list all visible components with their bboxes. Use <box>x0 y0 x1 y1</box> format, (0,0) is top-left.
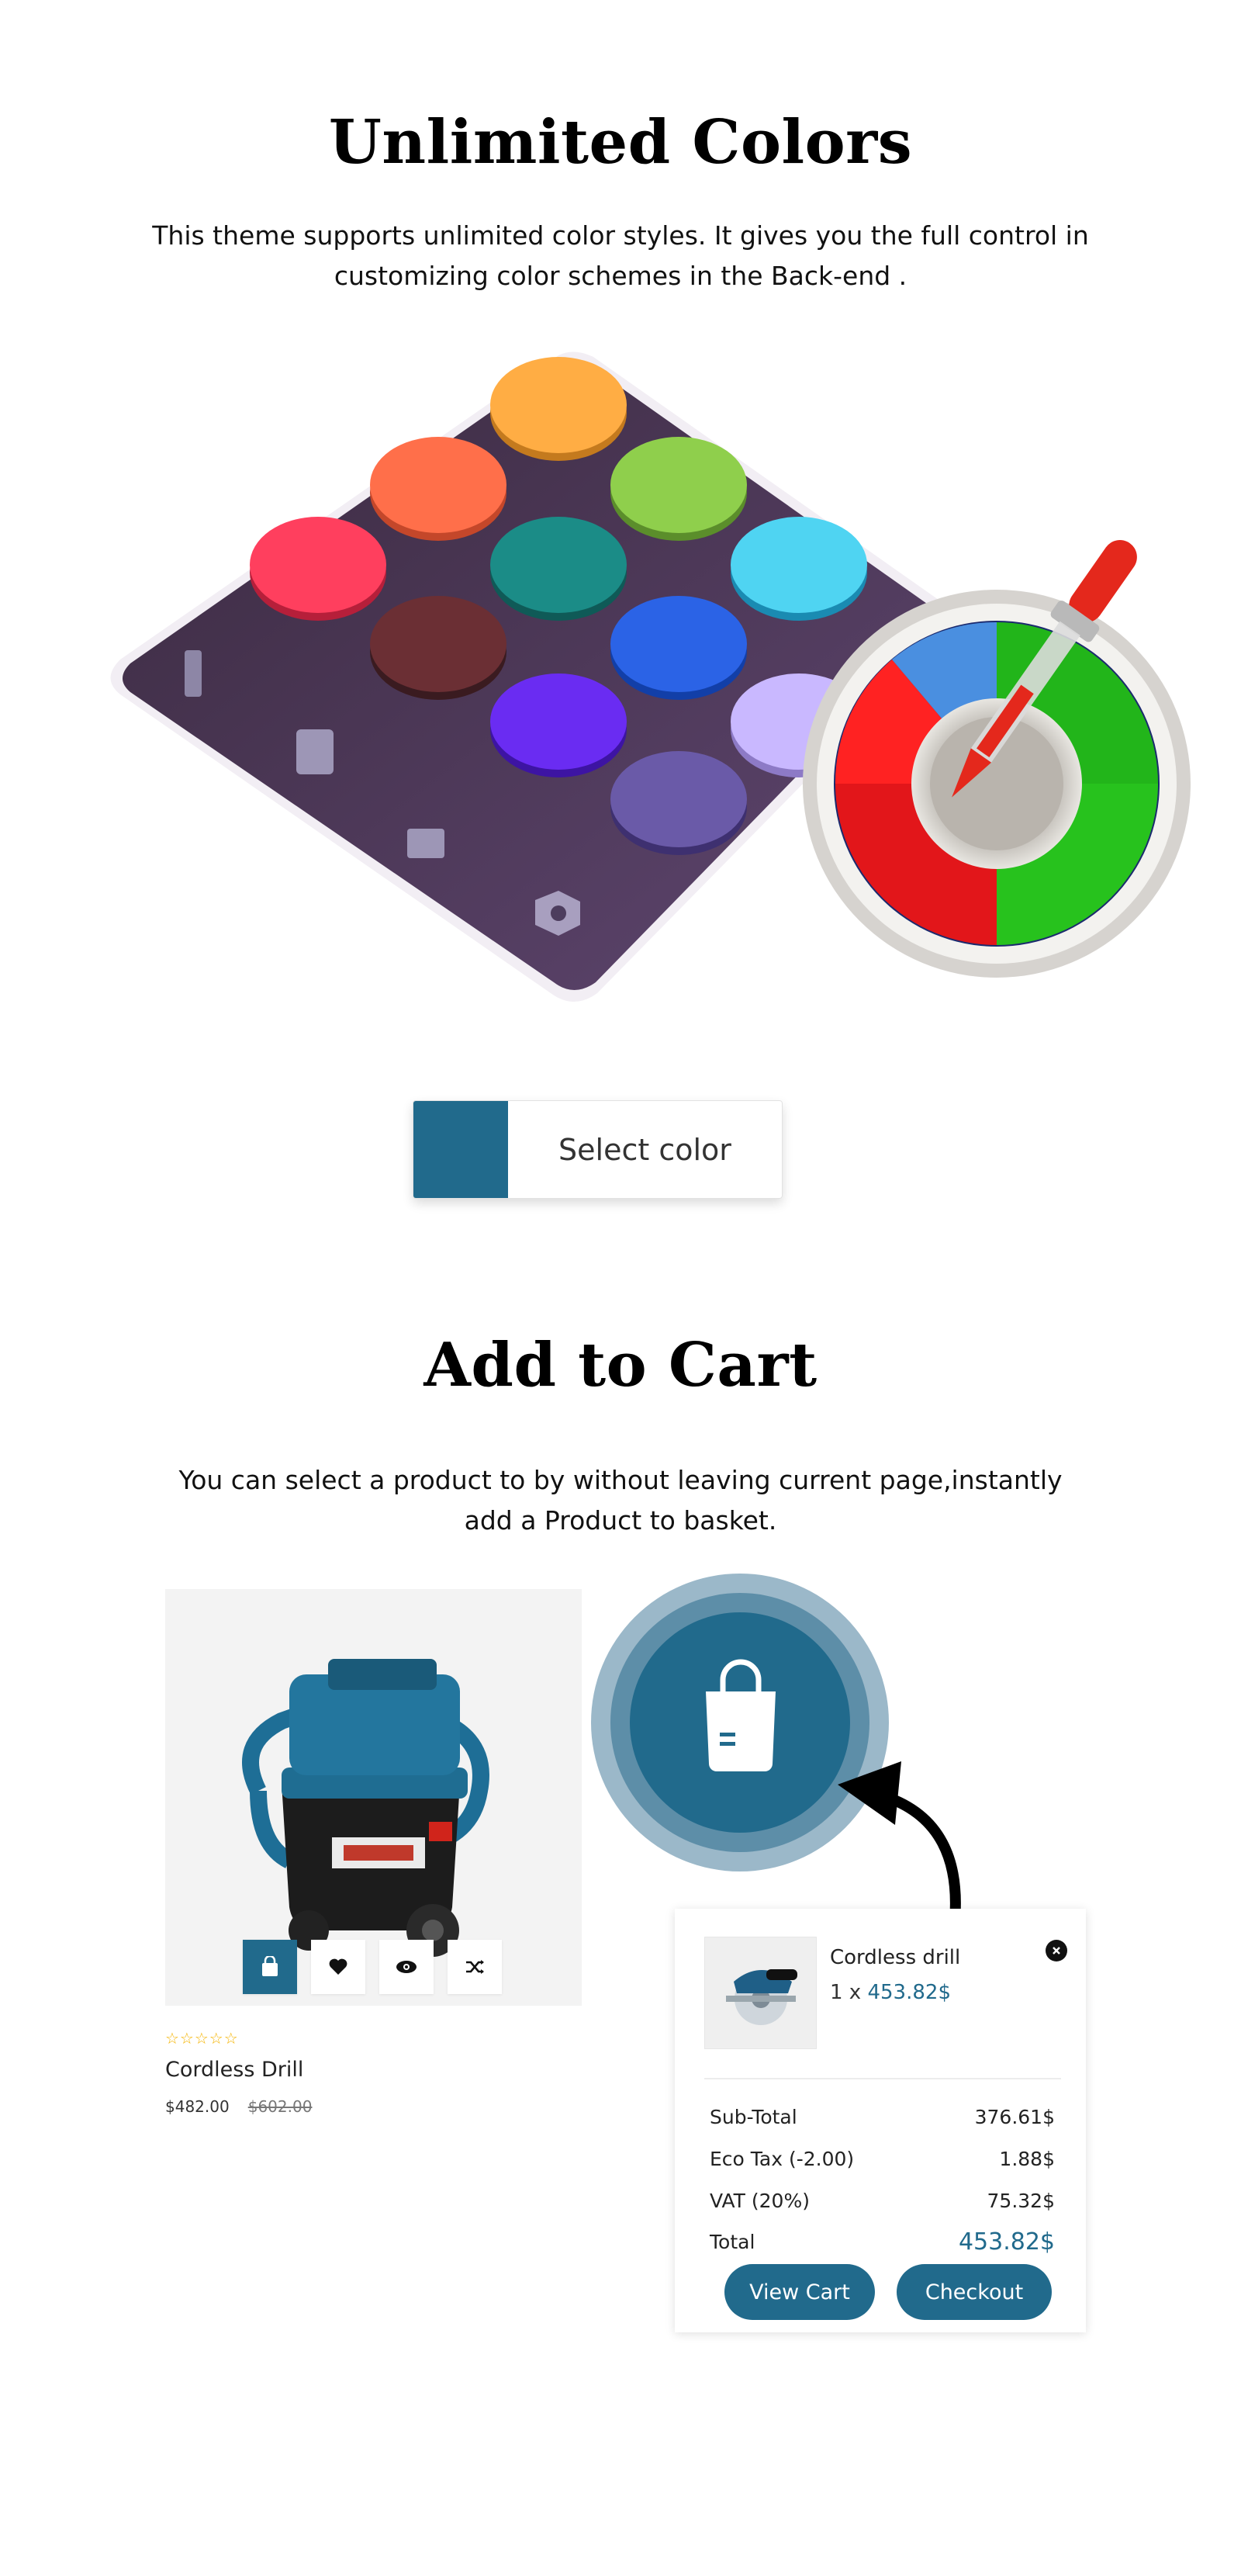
cart-description: You can select a product to by without l… <box>178 1465 1063 1536</box>
vat-row: VAT (20%) 75.32$ <box>710 2190 1055 2212</box>
cart-item-price: 453.82$ <box>867 1981 951 2004</box>
view-cart-button[interactable]: View Cart <box>724 2264 875 2320</box>
subtotal-label: Sub-Total <box>710 2106 797 2128</box>
vat-value: 75.32$ <box>987 2190 1055 2212</box>
subtotal-row: Sub-Total 376.61$ <box>710 2106 1055 2128</box>
remove-item-button[interactable] <box>1046 1940 1067 1961</box>
divider <box>704 2078 1061 2079</box>
subtotal-value: 376.61$ <box>974 2106 1055 2128</box>
eco-tax-value: 1.88$ <box>999 2148 1055 2170</box>
wishlist-button[interactable] <box>311 1940 365 1994</box>
product-image[interactable] <box>165 1589 582 2006</box>
cart-item-thumbnail[interactable] <box>704 1937 817 2049</box>
curved-arrow-icon <box>838 1761 961 1929</box>
color-swatch[interactable] <box>413 1101 508 1198</box>
select-color-control[interactable]: Select color <box>413 1100 783 1199</box>
checkout-button[interactable]: Checkout <box>897 2264 1052 2320</box>
current-price: $482.00 <box>165 2097 230 2116</box>
total-value: 453.82$ <box>958 2228 1055 2256</box>
vat-label: VAT (20%) <box>710 2190 810 2212</box>
cart-title: Add to Cart <box>423 1330 818 1401</box>
product-price: $482.00 $602.00 <box>165 2097 312 2116</box>
close-icon <box>1053 1947 1060 1955</box>
shuffle-icon <box>466 1960 484 1974</box>
compare-button[interactable] <box>448 1940 502 1994</box>
rating-stars: ☆☆☆☆☆ <box>165 2029 239 2048</box>
cart-item-name[interactable]: Cordless drill <box>830 1946 960 1969</box>
old-price: $602.00 <box>247 2097 313 2116</box>
cart-icon <box>262 1956 278 1976</box>
colors-title: Unlimited Colors <box>328 107 913 178</box>
heart-icon <box>329 1958 347 1975</box>
eco-tax-row: Eco Tax (-2.00) 1.88$ <box>710 2148 1055 2170</box>
cart-item-qty: 1 x <box>830 1981 862 2004</box>
mini-cart-popup: Cordless drill 1 x 453.82$ Sub-Total 376… <box>675 1909 1086 2332</box>
color-palette-illustration <box>110 351 1191 1002</box>
cart-item-quantity: 1 x 453.82$ <box>830 1981 951 2004</box>
select-color-label: Select color <box>558 1132 731 1167</box>
vacuum-illustration <box>242 1659 489 1957</box>
total-label: Total <box>710 2231 755 2253</box>
circular-saw-illustration <box>725 1968 797 2025</box>
eco-tax-label: Eco Tax (-2.00) <box>710 2148 855 2170</box>
total-row: Total 453.82$ <box>710 2228 1055 2256</box>
shopping-bag-icon <box>706 1659 776 1771</box>
add-to-cart-button[interactable] <box>243 1940 297 1994</box>
colors-description: This theme supports unlimited color styl… <box>152 220 1089 291</box>
eye-icon <box>396 1961 417 1973</box>
quick-view-button[interactable] <box>379 1940 434 1994</box>
product-name[interactable]: Cordless Drill <box>165 2058 303 2082</box>
